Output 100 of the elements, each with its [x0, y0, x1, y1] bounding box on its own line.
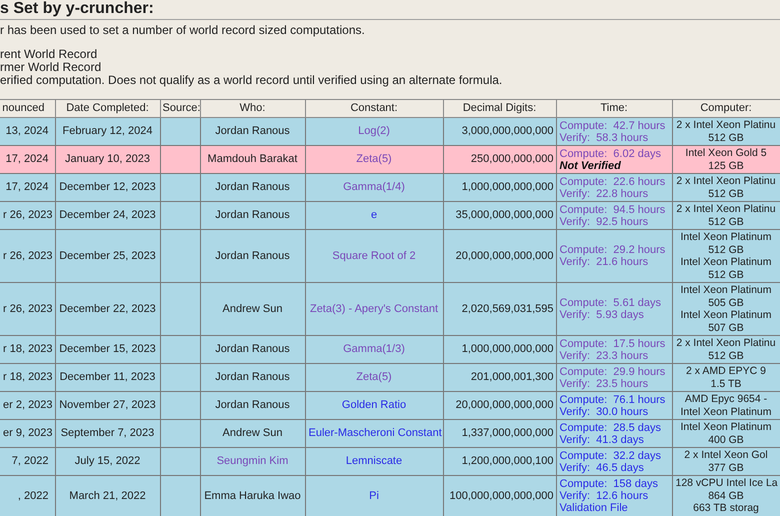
column-header: Constant:: [305, 100, 443, 118]
table-cell: 35,000,000,000,000: [456, 209, 554, 222]
constant-link[interactable]: Log(2): [358, 125, 390, 138]
table-cell: January 10, 2023: [64, 153, 150, 166]
time-link[interactable]: Verify: 23.3 hours: [560, 350, 648, 362]
computer-spec: 377 GB: [708, 462, 744, 474]
computer-spec: 512 GB: [708, 188, 744, 200]
computer-spec: Intel Xeon Gold 5: [685, 147, 767, 159]
computer-spec: 512 GB: [708, 244, 744, 256]
legend-text: rent World Record: [0, 48, 98, 61]
table-cell: 201,000,001,300: [470, 371, 554, 384]
table-cell: Jordan Ranous: [215, 399, 290, 412]
table-cell: December 25, 2023: [59, 250, 156, 262]
time-link[interactable]: Compute: 29.2 hours: [560, 244, 666, 256]
time-link[interactable]: Verify: 12.6 hours: [560, 490, 648, 502]
computer-spec: 128 vCPU Intel Ice La: [676, 477, 778, 489]
time-link[interactable]: Verify: 21.6 hours: [560, 256, 648, 268]
table-cell: 2,020,569,031,595: [462, 302, 554, 315]
computer-spec: 864 GB: [708, 490, 744, 502]
time-link[interactable]: Verify: 58.3 hours: [560, 132, 648, 144]
constant-link[interactable]: Zeta(5): [356, 371, 392, 384]
table-cell: 1,200,000,000,100: [462, 455, 554, 468]
time-link[interactable]: Compute: 158 days: [560, 478, 658, 490]
table-cell: Mamdouh Barakat: [208, 153, 298, 166]
table-cell: 3,000,000,000,000: [462, 125, 554, 138]
time-link[interactable]: Compute: 28.5 days: [560, 422, 662, 434]
table-cell: 17, 2024: [6, 153, 48, 166]
section-heading: s Set by y-cruncher:: [0, 0, 155, 18]
computer-spec: AMD Epyc 9654 -: [684, 393, 768, 405]
table-cell: September 7, 2023: [60, 427, 154, 440]
time-link[interactable]: Compute: 17.5 hours: [560, 338, 666, 350]
computer-spec: 512 GB: [708, 350, 744, 362]
computer-spec: 2 x Intel Xeon Platinu: [676, 337, 776, 349]
table-cell: 7, 2022: [12, 455, 48, 468]
legend-text: rmer World Record: [0, 61, 102, 74]
time-link[interactable]: Compute: 5.61 days: [560, 297, 662, 309]
table-cell: Andrew Sun: [222, 427, 282, 440]
table-cell: er 2, 2023: [3, 399, 53, 412]
computer-spec: Intel Xeon Platinum: [680, 406, 772, 418]
computer-spec: Intel Xeon Platinum: [680, 421, 772, 433]
table-cell: March 21, 2022: [69, 490, 146, 502]
table-cell: r 26, 2023: [3, 302, 53, 315]
time-link[interactable]: Compute: 94.5 hours: [560, 204, 666, 216]
table-cell: r 26, 2023: [3, 209, 53, 222]
computer-spec: 2 x Intel Xeon Platinu: [676, 175, 776, 187]
constant-link[interactable]: Lemniscate: [346, 455, 402, 468]
time-link[interactable]: Verify: 30.0 hours: [560, 406, 648, 418]
computer-spec: 125 GB: [708, 160, 744, 172]
table-cell: Jordan Ranous: [215, 209, 290, 222]
table-cell: 20,000,000,000,000: [456, 250, 554, 262]
column-header: Who:: [200, 100, 305, 118]
time-link[interactable]: Validation File: [560, 502, 628, 514]
computer-spec: 2 x AMD EPYC 9: [686, 365, 766, 377]
constant-link[interactable]: Zeta(5): [356, 153, 392, 166]
constant-link[interactable]: Pi: [369, 490, 379, 502]
time-link[interactable]: Verify: 22.8 hours: [560, 188, 648, 200]
computer-spec: 2 x Intel Xeon Platinu: [676, 119, 776, 131]
table-cell: Jordan Ranous: [215, 181, 290, 194]
table-cell: Andrew Sun: [222, 302, 282, 315]
table-cell: December 24, 2023: [59, 209, 156, 222]
time-link[interactable]: Verify: 92.5 hours: [560, 216, 648, 228]
time-link[interactable]: Compute: 76.1 hours: [560, 394, 666, 406]
column-header: Decimal Digits:: [443, 100, 556, 118]
table-cell: 17, 2024: [6, 181, 48, 194]
table-cell: December 12, 2023: [59, 181, 156, 194]
computer-spec: Intel Xeon Platinum: [680, 309, 772, 321]
time-link[interactable]: Verify: 23.5 hours: [560, 378, 648, 390]
table-cell: February 12, 2024: [62, 125, 152, 138]
computer-spec: 1.5 TB: [710, 378, 742, 390]
computer-spec: 400 GB: [708, 434, 744, 446]
computer-spec: Intel Xeon Platinum: [680, 231, 772, 243]
table-cell: December 15, 2023: [59, 343, 156, 356]
time-link[interactable]: Verify: 41.3 days: [560, 434, 644, 446]
table-cell: Jordan Ranous: [215, 371, 290, 384]
legend-text: erified computation. Does not qualify as a world record until verified using an alternate formula.: [0, 74, 504, 87]
table-cell: , 2022: [18, 490, 48, 502]
time-link[interactable]: Compute: 29.9 hours: [560, 366, 666, 378]
constant-link[interactable]: Square Root of 2: [332, 250, 416, 262]
table-cell: Jordan Ranous: [215, 343, 290, 356]
table-cell: 100,000,000,000,000: [450, 490, 554, 502]
table-cell: November 27, 2023: [59, 399, 156, 412]
table-cell: r 18, 2023: [3, 371, 53, 384]
time-link[interactable]: Verify: 46.5 days: [560, 462, 644, 474]
computer-spec: 2 x Intel Xeon Gol: [684, 449, 768, 461]
time-link[interactable]: Compute: 42.7 hours: [560, 120, 666, 132]
constant-link[interactable]: e: [370, 209, 378, 222]
time-link[interactable]: Verify: 5.93 days: [560, 309, 644, 321]
computer-spec: 507 GB: [708, 322, 744, 334]
time-link[interactable]: Compute: 6.02 days: [560, 148, 662, 160]
table-cell: December 22, 2023: [59, 302, 156, 315]
computer-spec: 512 GB: [708, 268, 744, 280]
computer-spec: 2 x Intel Xeon Platinu: [676, 203, 776, 215]
computer-spec: Intel Xeon Platinum: [680, 284, 772, 296]
table-cell: July 15, 2022: [74, 455, 140, 468]
time-link[interactable]: Compute: 32.2 days: [560, 450, 662, 462]
table-cell: 1,000,000,000,000: [462, 343, 554, 356]
computer-spec: 505 GB: [708, 296, 744, 308]
table-cell: 1,000,000,000,000: [462, 181, 554, 194]
table-cell: Jordan Ranous: [215, 125, 290, 138]
time-link[interactable]: Compute: 22.6 hours: [560, 176, 666, 188]
